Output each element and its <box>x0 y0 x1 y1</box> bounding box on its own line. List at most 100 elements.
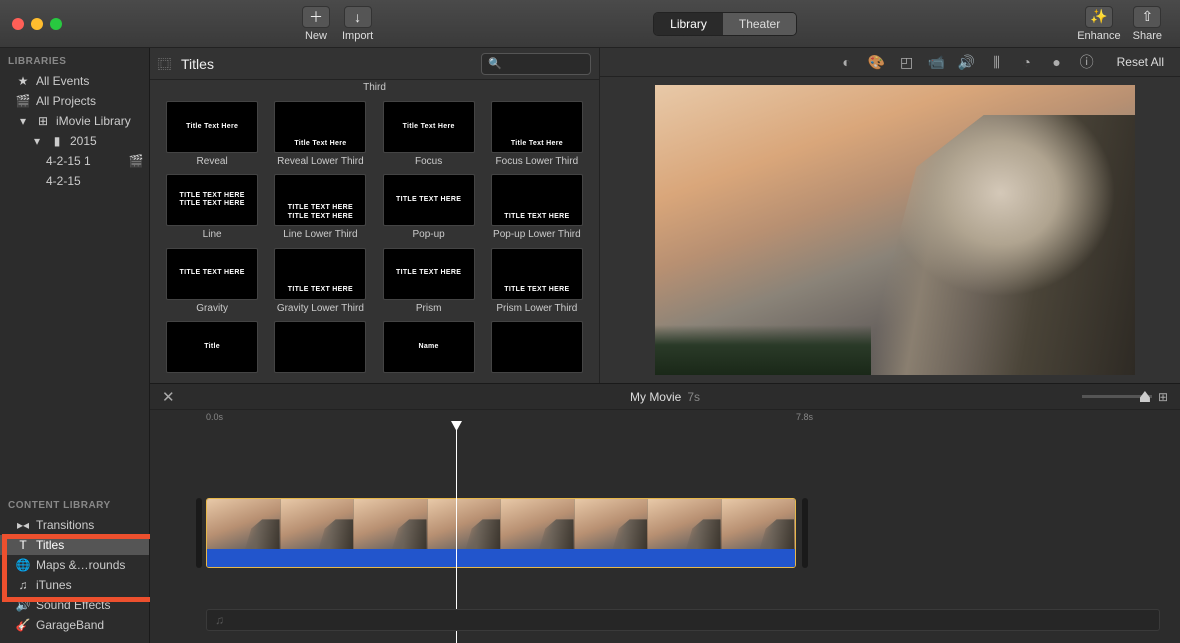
clip-trim-right[interactable] <box>802 498 808 568</box>
title-tile[interactable]: TITLE TEXT HEREPop-up <box>377 174 481 241</box>
title-thumbnail <box>491 321 583 373</box>
title-thumbnail: TITLE TEXT HERE <box>491 174 583 226</box>
title-label: Reveal <box>197 156 228 167</box>
title-label: Prism Lower Third <box>496 303 577 314</box>
volume-icon[interactable]: 🔊 <box>959 54 975 70</box>
title-thumbnail: Title Text Here <box>383 101 475 153</box>
sidebar: LIBRARIES ★All Events 🎬All Projects ▾⊞iM… <box>0 48 150 643</box>
title-tile[interactable]: Title Text Here Focus Lower Third <box>485 101 589 168</box>
title-thumbnail: Title <box>166 321 258 373</box>
title-tile[interactable]: Title Text HereReveal <box>160 101 264 168</box>
title-tile[interactable]: TITLE TEXT HERE Gravity <box>160 248 264 315</box>
color-correct-icon[interactable]: 🎨 <box>869 54 885 70</box>
title-label: Line <box>203 229 222 240</box>
library-tab[interactable]: Library <box>654 13 723 35</box>
library-icon: ⊞ <box>36 114 50 128</box>
window-controls <box>12 18 62 30</box>
globe-icon: 🌐 <box>16 558 30 572</box>
project-name: My Movie <box>630 390 681 404</box>
title-thumbnail: TITLE TEXT HERE TITLE TEXT HERE <box>274 174 366 226</box>
title-thumbnail: TITLE TEXT HERE <box>166 248 258 300</box>
title-tile[interactable]: TITLE TEXT HERE TITLE TEXT HERELine <box>160 174 264 241</box>
reset-all-button[interactable]: Reset All <box>1117 55 1164 69</box>
title-tile[interactable]: TITLE TEXT HERE Gravity Lower Third <box>268 248 372 315</box>
zoom-window[interactable] <box>50 18 62 30</box>
speed-icon[interactable]: ◔ <box>1019 54 1035 70</box>
sidebar-maps[interactable]: 🌐Maps &…rounds <box>0 555 149 575</box>
sidebar-all-projects[interactable]: 🎬All Projects <box>0 91 149 111</box>
equalizer-icon[interactable]: ⫼ <box>989 54 1005 70</box>
sidebar-event-1[interactable]: 4-2-15 1🎬 <box>0 151 149 171</box>
library-theater-segment[interactable]: Library Theater <box>653 12 797 36</box>
title-label: Line Lower Third <box>283 229 357 240</box>
title-label: Gravity <box>196 303 228 314</box>
search-input[interactable]: 🔍 <box>481 53 591 75</box>
music-note-icon: ♫ <box>215 613 224 627</box>
theater-tab[interactable]: Theater <box>723 13 796 35</box>
clapper-icon: 🎬 <box>16 94 30 108</box>
sidebar-imovie-library[interactable]: ▾⊞iMovie Library <box>0 111 149 131</box>
search-icon: 🔍 <box>488 57 502 70</box>
sidebar-itunes[interactable]: ♫iTunes <box>0 575 149 595</box>
sidebar-transitions[interactable]: ▸◂Transitions <box>0 515 149 535</box>
music-track[interactable]: ♫ <box>206 609 1160 631</box>
title-tile[interactable]: TITLE TEXT HERE Prism Lower Third <box>485 248 589 315</box>
clip-trim-left[interactable] <box>196 498 202 568</box>
color-balance-icon[interactable]: ◐ <box>839 54 855 70</box>
new-button[interactable]: ＋New <box>296 4 336 44</box>
project-duration: 7s <box>687 390 700 404</box>
stabilize-icon[interactable]: 📹 <box>929 54 945 70</box>
music-icon: ♫ <box>16 578 30 592</box>
timeline-ruler[interactable]: 0.0s 7.8s <box>150 410 1180 428</box>
info-icon[interactable]: ⓘ <box>1079 54 1095 70</box>
title-tile[interactable]: Title <box>160 321 264 377</box>
sidebar-garageband[interactable]: 🎸GarageBand <box>0 615 149 635</box>
titles-browser: ⿴ Titles 🔍 Third Title Text HereRevealTi… <box>150 48 600 383</box>
title-thumbnail <box>274 321 366 373</box>
star-icon: ★ <box>16 74 30 88</box>
folder-icon: ▮ <box>50 134 64 148</box>
sidebar-titles[interactable]: TTitles <box>0 535 149 555</box>
sidebar-toggle-icon[interactable]: ⿴ <box>158 54 171 73</box>
enhance-button[interactable]: ✨Enhance <box>1071 4 1126 44</box>
zoom-slider[interactable] <box>1082 395 1152 398</box>
title-label: Focus Lower Third <box>496 156 579 167</box>
title-label: Reveal Lower Third <box>277 156 364 167</box>
title-tile[interactable] <box>268 321 372 377</box>
title-tile[interactable]: TITLE TEXT HERE Pop-up Lower Third <box>485 174 589 241</box>
title-thumbnail: Title Text Here <box>274 101 366 153</box>
timeline: ✕ My Movie 7s ⊞ 0.0s 7.8s <box>150 383 1180 643</box>
crop-icon[interactable]: ◰ <box>899 54 915 70</box>
partial-row-label: Third <box>150 80 599 95</box>
title-tile[interactable]: TITLE TEXT HEREPrism <box>377 248 481 315</box>
title-tile[interactable] <box>485 321 589 377</box>
settings-icon[interactable]: ⊞ <box>1158 390 1168 404</box>
sidebar-event-2[interactable]: 4-2-15 <box>0 171 149 191</box>
title-thumbnail: TITLE TEXT HERE <box>383 174 475 226</box>
title-thumbnail: TITLE TEXT HERE <box>274 248 366 300</box>
sidebar-year-2015[interactable]: ▾▮2015 <box>0 131 149 151</box>
disclosure-icon: ▾ <box>16 114 30 128</box>
title-label: Focus <box>415 156 442 167</box>
effects-icon[interactable]: ● <box>1049 54 1065 70</box>
minimize-window[interactable] <box>31 18 43 30</box>
title-tile[interactable]: Name <box>377 321 481 377</box>
close-timeline-icon[interactable]: ✕ <box>162 388 175 406</box>
share-button[interactable]: ⇧Share <box>1127 4 1168 44</box>
title-thumbnail: Title Text Here <box>491 101 583 153</box>
import-button[interactable]: ↓Import <box>336 4 379 44</box>
title-tile[interactable]: Title Text Here Focus <box>377 101 481 168</box>
title-tile[interactable]: Title Text Here Reveal Lower Third <box>268 101 372 168</box>
video-clip[interactable] <box>206 498 796 568</box>
preview-canvas[interactable] <box>655 85 1135 375</box>
sidebar-sound-effects[interactable]: 🔊Sound Effects <box>0 595 149 615</box>
sidebar-all-events[interactable]: ★All Events <box>0 71 149 91</box>
browser-title: Titles <box>181 56 214 72</box>
title-label: Pop-up Lower Third <box>493 229 581 240</box>
text-icon: T <box>16 538 30 552</box>
close-window[interactable] <box>12 18 24 30</box>
title-label: Gravity Lower Third <box>277 303 364 314</box>
transitions-icon: ▸◂ <box>16 518 30 532</box>
title-thumbnail: TITLE TEXT HERE <box>491 248 583 300</box>
title-tile[interactable]: TITLE TEXT HERE TITLE TEXT HERE Line Lowe… <box>268 174 372 241</box>
